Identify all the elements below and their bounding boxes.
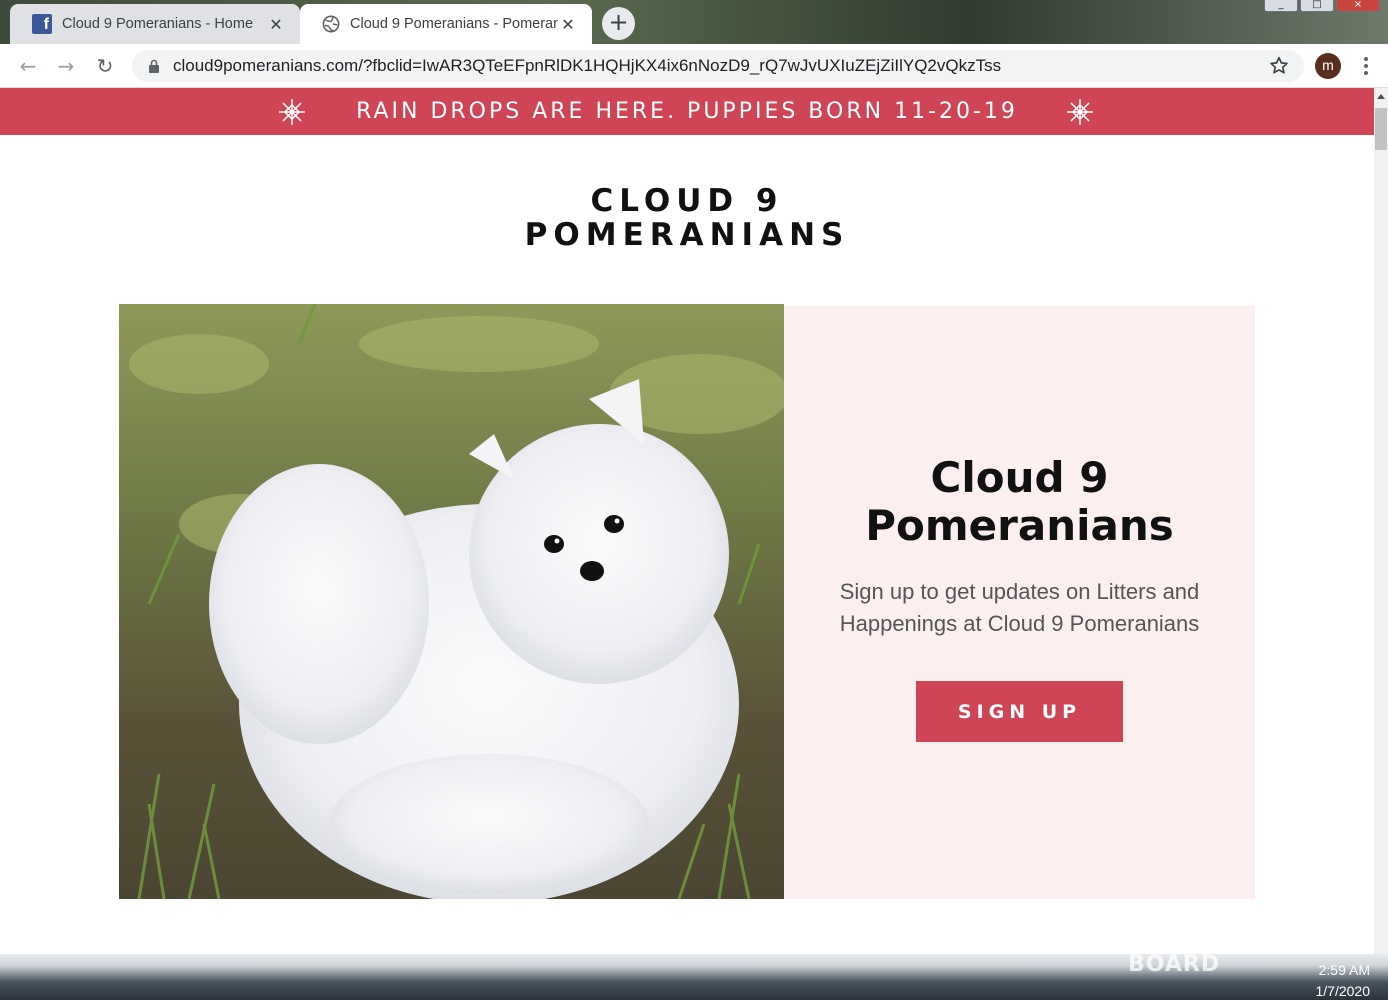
lock-icon (149, 59, 159, 73)
page-viewport: RAIN DROPS ARE HERE. PUPPIES BORN 11-20-… (0, 88, 1388, 954)
minimize-button[interactable]: _ (1264, 0, 1298, 12)
close-window-button[interactable]: × (1336, 0, 1380, 12)
tab-facebook[interactable]: f Cloud 9 Pomeranians - Home ✕ (10, 4, 300, 44)
watermark-logo: BOARD (1128, 952, 1221, 977)
reload-icon[interactable]: ↻ (91, 52, 119, 80)
snowflake-icon (279, 99, 305, 125)
back-icon[interactable]: ← (14, 52, 42, 80)
maximize-button[interactable]: □ (1300, 0, 1334, 12)
announcement-bar: RAIN DROPS ARE HERE. PUPPIES BORN 11-20-… (0, 88, 1374, 135)
tab-title: Cloud 9 Pomeranians - Pomerani (350, 16, 558, 32)
window-controls: _ □ × (1264, 0, 1380, 12)
globe-icon (322, 15, 340, 33)
profile-avatar[interactable]: m (1315, 53, 1341, 79)
signup-panel: Cloud 9 Pomeranians Sign up to get updat… (784, 306, 1255, 899)
scroll-thumb[interactable] (1375, 108, 1387, 150)
puppy-photo (119, 304, 784, 899)
more-menu-icon[interactable] (1356, 52, 1376, 80)
close-tab-icon[interactable]: ✕ (266, 15, 286, 34)
facebook-icon: f (32, 14, 52, 34)
forward-icon[interactable]: → (52, 52, 80, 80)
snowflake-icon (1067, 99, 1093, 125)
signup-heading: Cloud 9 Pomeranians (865, 453, 1174, 550)
tab-title: Cloud 9 Pomeranians - Home (62, 16, 254, 32)
clock-date: 1/7/2020 (1315, 983, 1371, 999)
signup-description: Sign up to get updates on Litters and Ha… (839, 579, 1200, 636)
announcement-text: RAIN DROPS ARE HERE. PUPPIES BORN 11-20-… (356, 99, 1018, 124)
tab-cloud9[interactable]: Cloud 9 Pomeranians - Pomerani ✕ (300, 4, 592, 44)
site-logo-title[interactable]: CLOUD 9 POMERANIANS (0, 184, 1374, 252)
page-scrollbar[interactable] (1374, 88, 1388, 954)
sign-up-button[interactable]: SIGN UP (916, 681, 1123, 742)
url-text[interactable]: cloud9pomeranians.com/?fbclid=IwAR3QTeEF… (173, 56, 1001, 76)
new-tab-button[interactable]: + (602, 7, 635, 40)
bookmark-star-icon[interactable] (1268, 55, 1290, 77)
system-clock[interactable]: 2:59 AM 1/7/2020 (1316, 960, 1371, 1000)
clock-time: 2:59 AM (1318, 962, 1370, 978)
close-tab-icon[interactable]: ✕ (558, 15, 578, 34)
scroll-up-arrow-icon[interactable] (1377, 94, 1385, 99)
browser-toolbar: ← → ↻ cloud9pomeranians.com/?fbclid=IwAR… (0, 44, 1388, 88)
address-bar[interactable]: cloud9pomeranians.com/?fbclid=IwAR3QTeEF… (132, 50, 1304, 82)
